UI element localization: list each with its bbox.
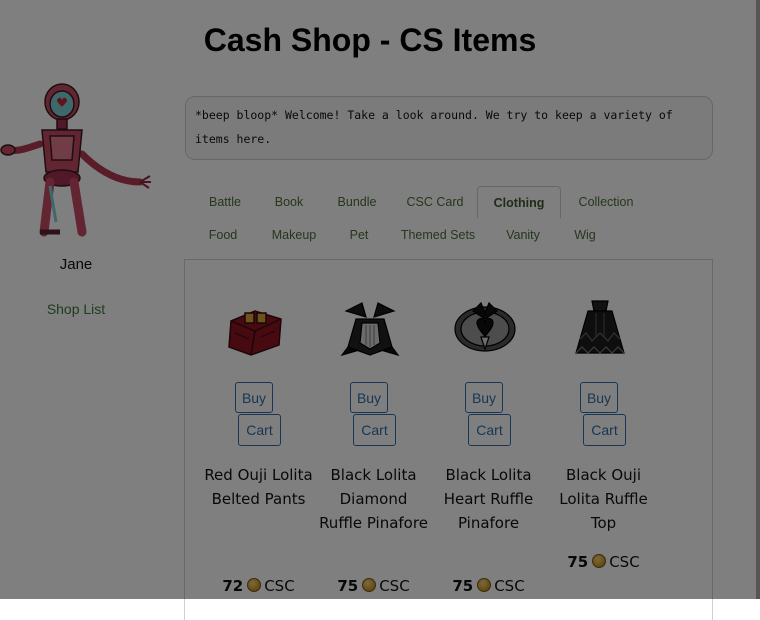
- cart-button[interactable]: Cart: [238, 414, 281, 446]
- tab-battle[interactable]: Battle: [193, 186, 257, 218]
- item-name: Black Ouji Lolita Ruffle Top: [559, 466, 648, 532]
- tab-food[interactable]: Food: [193, 219, 253, 251]
- page-title: Cash Shop - CS Items: [203, 22, 537, 58]
- currency-label: CSC: [264, 577, 295, 595]
- item-name: Black Lolita Diamond Ruffle Pinafore: [319, 466, 428, 532]
- tab-collection[interactable]: Collection: [569, 186, 643, 218]
- price-value: 72: [222, 577, 244, 595]
- category-tab-bar: Battle Book Bundle CSC Card Clothing Col…: [185, 186, 711, 254]
- currency-label: CSC: [494, 577, 525, 595]
- tab-wig[interactable]: Wig: [559, 219, 611, 251]
- tab-clothing[interactable]: Clothing: [477, 186, 561, 218]
- tab-themed-sets[interactable]: Themed Sets: [397, 219, 479, 251]
- buy-button[interactable]: Buy: [235, 382, 273, 413]
- cart-button[interactable]: Cart: [583, 414, 626, 446]
- coin-icon: [362, 578, 377, 592]
- tab-csc-card[interactable]: CSC Card: [397, 186, 473, 218]
- shop-list-link[interactable]: Shop List: [0, 301, 152, 317]
- coin-icon: [477, 578, 492, 592]
- cart-button[interactable]: Cart: [468, 414, 511, 446]
- npc-robot-image: [0, 83, 151, 237]
- black-ruffle-top-image[interactable]: [566, 293, 634, 361]
- item-name: Red Ouji Lolita Belted Pants: [204, 466, 313, 508]
- scrollbar[interactable]: [756, 0, 760, 599]
- npc-name: Jane: [59, 256, 93, 273]
- price-value: 75: [452, 577, 474, 595]
- item-price: 75 CSC: [431, 577, 546, 595]
- buy-button[interactable]: Buy: [350, 382, 388, 413]
- tab-vanity[interactable]: Vanity: [495, 219, 551, 251]
- currency-label: CSC: [379, 577, 410, 595]
- black-heart-pinafore-image[interactable]: [451, 293, 519, 361]
- tab-bundle[interactable]: Bundle: [325, 186, 389, 218]
- item-price: 75 CSC: [546, 553, 661, 571]
- buy-button[interactable]: Buy: [465, 382, 503, 413]
- tab-book[interactable]: Book: [257, 186, 321, 218]
- cart-button[interactable]: Cart: [353, 414, 396, 446]
- speech-bubble: *beep bloop* Welcome! Take a look around…: [185, 96, 713, 160]
- item-price: 72 CSC: [201, 577, 316, 595]
- price-value: 75: [567, 553, 589, 571]
- price-value: 75: [337, 577, 359, 595]
- currency-label: CSC: [609, 553, 640, 571]
- tab-makeup[interactable]: Makeup: [263, 219, 325, 251]
- coin-icon: [592, 554, 607, 568]
- coin-icon: [247, 578, 262, 592]
- item-price: 75 CSC: [316, 577, 431, 595]
- red-ouji-pants-image[interactable]: [221, 293, 289, 361]
- black-diamond-pinafore-image[interactable]: [336, 293, 404, 361]
- item-name: Black Lolita Heart Ruffle Pinafore: [443, 466, 534, 532]
- items-panel: Buy Cart Red Ouji Lolita Belted Pants 72…: [184, 259, 713, 620]
- buy-button[interactable]: Buy: [580, 382, 618, 413]
- tab-pet[interactable]: Pet: [333, 219, 385, 251]
